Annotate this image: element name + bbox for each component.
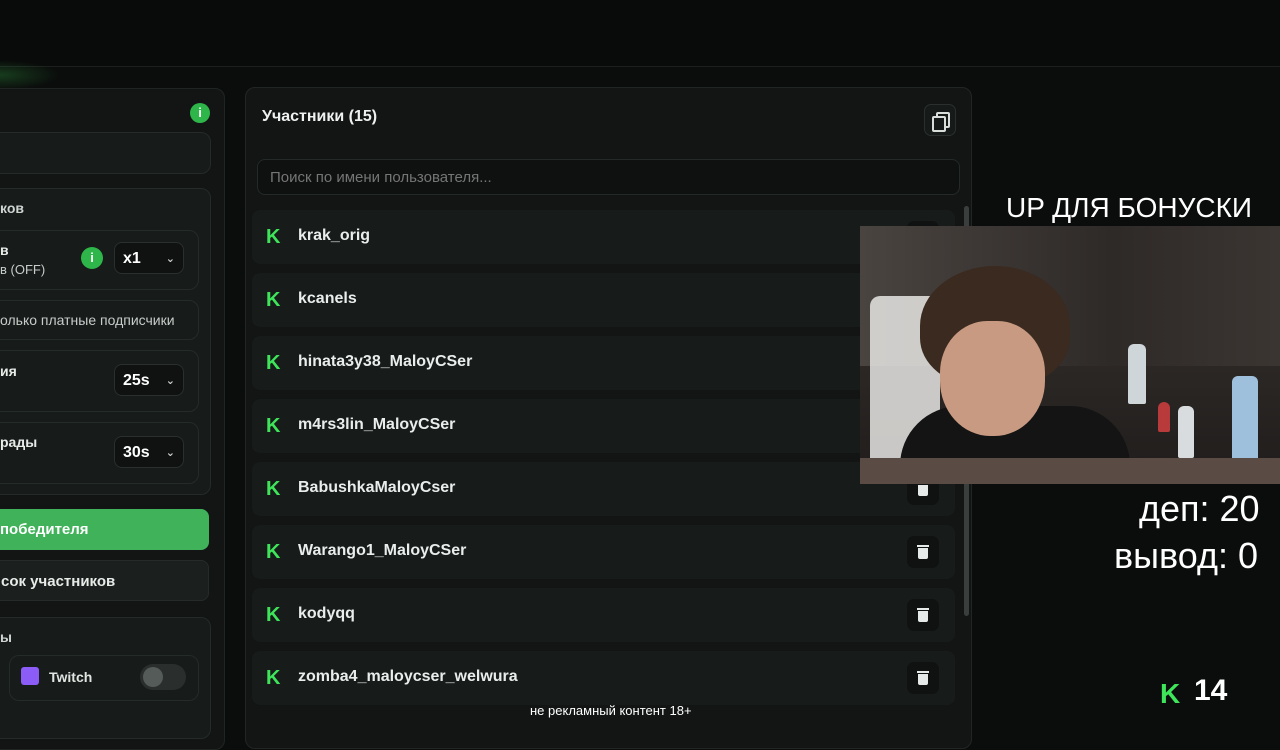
info-icon[interactable]: i — [81, 247, 103, 269]
multiplier-select[interactable]: x1 ⌄ — [114, 242, 184, 274]
kick-logo-icon: K — [266, 289, 281, 311]
cam-bottle — [1128, 344, 1146, 404]
timer1-value: 25s — [123, 372, 150, 389]
participant-row: K hinata3y38_MaloyCSer — [252, 336, 955, 390]
multiplier-label: в — [0, 242, 9, 258]
participant-row: K zomba4_maloycser_welwura — [252, 651, 955, 705]
participant-name: kodyqq — [298, 605, 355, 622]
kick-logo-icon: K — [1160, 678, 1181, 709]
timer2-value: 30s — [123, 444, 150, 461]
cam-can — [1178, 406, 1194, 458]
info-icon[interactable]: i — [190, 103, 210, 123]
delete-button[interactable] — [907, 599, 939, 631]
withdraw-counter: вывод: 0 — [1114, 535, 1258, 576]
participant-name: kcanels — [298, 290, 357, 307]
delete-button[interactable] — [907, 536, 939, 568]
multiplier-value: x1 — [123, 250, 141, 267]
copy-icon-back — [932, 116, 946, 132]
timer2-label: рады — [0, 434, 38, 450]
participant-name: krak_orig — [298, 227, 371, 244]
overlay-banner: UP ДЛЯ БОНУСКИ — [1006, 192, 1253, 223]
participant-row: K kodyqq — [252, 588, 955, 642]
pick-winner-button[interactable]: победителя — [0, 509, 209, 550]
stream-caption: не рекламный контент 18+ — [530, 703, 692, 718]
twitch-icon — [21, 667, 39, 685]
cam-bottle — [1232, 376, 1258, 460]
timer2-select[interactable]: 30s ⌄ — [114, 436, 184, 468]
search-input[interactable] — [257, 159, 960, 195]
timer1-label: ия — [0, 363, 17, 379]
paid-only-label: олько платные подписчики — [0, 312, 175, 328]
participant-row: K m4rs3lin_MaloyCSer — [252, 399, 955, 453]
delete-button[interactable] — [907, 662, 939, 694]
multiplier-sublabel: в (OFF) — [0, 262, 46, 277]
kick-logo-icon: K — [266, 478, 281, 500]
toggle-knob — [143, 667, 163, 687]
settings-section-title: ков — [0, 200, 24, 216]
participant-row: K krak_orig — [252, 210, 955, 264]
top-bar — [0, 0, 1280, 67]
cam-person-face — [940, 321, 1045, 436]
participant-row: K kcanels — [252, 273, 955, 327]
kick-logo-icon: K — [266, 352, 281, 374]
settings-input-field[interactable] — [0, 132, 211, 174]
twitch-label: Twitch — [49, 669, 93, 685]
participant-name: zomba4_maloycser_welwura — [298, 668, 518, 685]
cam-can — [1158, 402, 1170, 432]
background-glow — [0, 60, 60, 90]
kick-logo-icon: K — [266, 415, 281, 437]
chevron-down-icon: ⌄ — [165, 253, 175, 265]
deposit-counter: деп: 20 — [1139, 488, 1260, 529]
kick-logo-icon: K — [266, 541, 281, 563]
participant-name: Warango1_MaloyCSer — [298, 542, 467, 559]
participants-title: Участники (15) — [262, 108, 378, 125]
kick-logo-icon: K — [266, 226, 281, 248]
copy-button[interactable] — [924, 104, 956, 136]
webcam-feed — [860, 226, 1280, 484]
participant-row: K BabushkaMaloyCser — [252, 462, 955, 516]
twitch-toggle[interactable] — [140, 664, 186, 690]
chevron-down-icon: ⌄ — [165, 375, 175, 387]
participants-list-button[interactable]: сок участников — [0, 560, 209, 601]
kick-logo-icon: K — [266, 604, 281, 626]
chevron-down-icon: ⌄ — [165, 447, 175, 459]
kick-logo-icon: K — [266, 667, 281, 689]
participant-name: BabushkaMaloyCser — [298, 479, 456, 496]
cam-desk — [860, 458, 1280, 484]
participant-name: m4rs3lin_MaloyCSer — [298, 416, 456, 433]
participant-name: hinata3y38_MaloyCSer — [298, 353, 473, 370]
timer1-select[interactable]: 25s ⌄ — [114, 364, 184, 396]
viewer-count: 14 — [1194, 674, 1228, 707]
participant-row: K Warango1_MaloyCSer — [252, 525, 955, 579]
platforms-label: ы — [0, 629, 12, 645]
